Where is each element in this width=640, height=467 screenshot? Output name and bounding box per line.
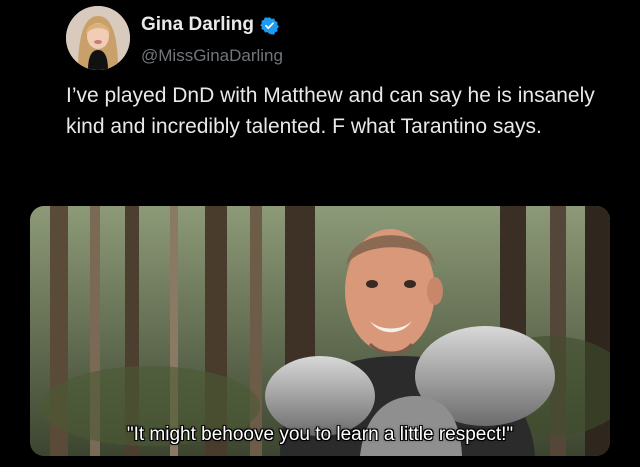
tweet-text: I’ve played DnD with Matthew and can say… xyxy=(66,84,595,138)
avatar[interactable] xyxy=(66,6,130,70)
forest-scene-image xyxy=(30,206,610,456)
user-handle[interactable]: @MissGinaDarling xyxy=(141,46,283,66)
tweet-header: Gina Darling @MissGinaDarling xyxy=(66,6,626,76)
video-subtitle: "It might behoove you to learn a little … xyxy=(126,424,514,445)
name-row: Gina Darling xyxy=(141,14,279,36)
tweet-media[interactable]: "It might behoove you to learn a little … xyxy=(30,206,610,456)
avatar-image xyxy=(66,6,130,70)
verified-badge-icon xyxy=(260,16,279,35)
display-name[interactable]: Gina Darling xyxy=(141,14,254,36)
